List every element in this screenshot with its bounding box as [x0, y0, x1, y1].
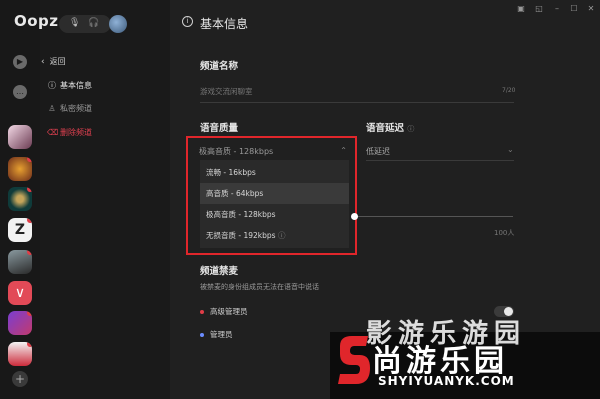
sidebar-item-label: 基本信息 — [60, 81, 92, 90]
member-limit-slider-handle[interactable] — [351, 213, 358, 220]
trash-icon: ⌫ — [47, 128, 59, 137]
server-icon-vee[interactable]: ∨ — [8, 281, 32, 305]
role-item: 高级管理员 — [200, 306, 248, 317]
sidebar-item-label: 私密频道 — [60, 104, 92, 113]
add-server-button[interactable]: + — [12, 371, 28, 387]
server-icon-z[interactable]: Z — [8, 218, 32, 242]
help-icon[interactable]: ⓘ — [407, 125, 414, 133]
channel-name-label: 频道名称 — [200, 61, 239, 72]
headphones-icon[interactable]: 🎧 — [88, 18, 99, 28]
voice-delay-underline — [366, 160, 514, 161]
user-avatar[interactable] — [109, 15, 127, 33]
voice-delay-label: 语音延迟 ⓘ — [366, 123, 415, 134]
pin-icon[interactable]: ▣ — [516, 4, 526, 14]
watermark-url: SHYIYUANYK.COM — [378, 374, 515, 388]
maximize-icon[interactable]: ☐ — [569, 4, 579, 14]
chevron-left-icon: ‹ — [41, 57, 45, 67]
channel-name-counter: 7/20 — [502, 87, 516, 94]
chat-icon[interactable]: … — [13, 85, 27, 99]
server-icon-league[interactable] — [8, 187, 32, 211]
chevron-down-icon: ⌄ — [507, 145, 514, 154]
info-icon: i — [182, 16, 193, 27]
sidebar-item-label: 删除频道 — [60, 128, 92, 137]
close-icon[interactable]: ✕ — [586, 4, 596, 14]
info-icon: ⓘ — [48, 81, 56, 90]
back-button[interactable]: ‹ 返回 — [41, 56, 66, 67]
channel-name-input[interactable]: 游戏交流闲聊室 — [200, 86, 253, 97]
server-icon-anime-girl[interactable] — [8, 125, 32, 149]
member-limit-max: 100人 — [494, 229, 515, 237]
server-icon-game[interactable] — [8, 311, 32, 335]
play-icon[interactable]: ▶ — [13, 55, 27, 69]
mute-description: 被禁麦的身份组成员无法在语音中说话 — [200, 283, 319, 291]
server-icon-hearthstone[interactable] — [8, 157, 32, 181]
highlight-box — [186, 136, 357, 255]
restore-icon[interactable]: ◱ — [534, 4, 544, 14]
microphone-icon[interactable]: 🎙 — [69, 18, 80, 28]
channel-name-underline — [200, 102, 514, 103]
server-icon-warrior[interactable] — [8, 250, 32, 274]
voice-quality-label: 语音质量 — [200, 123, 239, 134]
role-color-dot — [200, 333, 204, 337]
mute-label: 频道禁麦 — [200, 266, 239, 277]
voice-controls: 🎙 🎧 — [59, 15, 111, 33]
sidebar-item-delete-channel[interactable]: ⌫ 删除频道 — [47, 127, 92, 138]
minimize-icon[interactable]: – — [552, 4, 562, 14]
sidebar-item-basic-info[interactable]: ⓘ 基本信息 — [47, 80, 92, 91]
server-icon-anime-2[interactable] — [8, 342, 32, 366]
server-rail: Oopz ▶ … Z ∨ + — [0, 0, 58, 399]
sidebar-item-private-channel[interactable]: ♙ 私密频道 — [47, 103, 92, 114]
page-title: 基本信息 — [200, 17, 249, 31]
member-limit-slider-track[interactable] — [355, 216, 513, 217]
role-color-dot — [200, 310, 204, 314]
app-logo: Oopz — [14, 12, 59, 30]
voice-delay-select[interactable]: 低延迟 — [366, 146, 390, 157]
role-item: 管理员 — [200, 329, 233, 340]
user-lock-icon: ♙ — [48, 104, 56, 113]
